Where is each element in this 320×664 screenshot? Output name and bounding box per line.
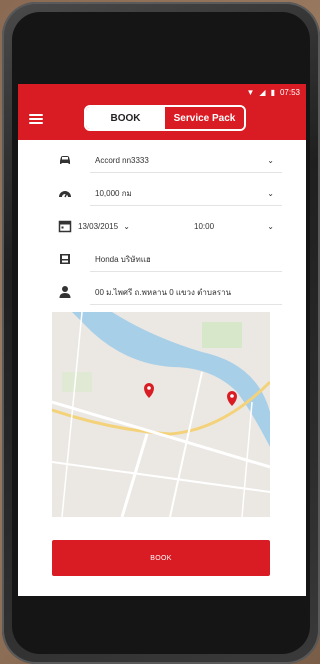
divider <box>90 271 282 272</box>
time-value[interactable]: 10:00 <box>194 222 214 231</box>
signal-icon: ◢ <box>259 87 266 97</box>
car-value: Accord nn3333 <box>95 156 149 165</box>
booking-form: Accord nn3333 ⌄ 10,000 กม ⌄ 13/03/2015 ⌄… <box>18 140 306 309</box>
app-screen: ▼ ◢ ▮ 07:53 BOOK Service Pack Accord nn3… <box>18 84 306 596</box>
dealer-select[interactable]: Honda บริษัทแฮ <box>18 243 306 276</box>
mileage-select[interactable]: 10,000 กม ⌄ <box>18 177 306 210</box>
calendar-icon <box>58 220 72 233</box>
battery-icon: ▮ <box>270 87 275 97</box>
car-select[interactable]: Accord nn3333 ⌄ <box>18 144 306 177</box>
contact-value: 00 ม.ไพศรี ถ.พหลาน 0 แขวง ตำบลราน <box>95 288 232 297</box>
status-bar: ▼ ◢ ▮ 07:53 <box>18 84 306 100</box>
date-value[interactable]: 13/03/2015 <box>78 222 118 231</box>
app-bar: BOOK Service Pack <box>18 100 306 140</box>
location-map[interactable] <box>52 312 270 517</box>
divider <box>90 205 282 206</box>
mileage-value: 10,000 กม <box>95 189 132 198</box>
dealer-icon <box>60 254 70 264</box>
contact-field[interactable]: 00 ม.ไพศรี ถ.พหลาน 0 แขวง ตำบลราน <box>18 276 306 309</box>
book-button[interactable]: BOOK <box>52 540 270 576</box>
divider <box>90 172 282 173</box>
chevron-down-icon: ⌄ <box>123 222 130 231</box>
tab-book[interactable]: BOOK <box>86 107 165 129</box>
date-time-row: 13/03/2015 ⌄ 10:00 ⌄ <box>18 210 306 243</box>
car-icon <box>60 156 70 164</box>
status-time: 07:53 <box>279 87 300 97</box>
person-icon <box>59 286 71 298</box>
speedometer-icon <box>59 191 71 198</box>
tab-service-pack[interactable]: Service Pack <box>165 107 244 129</box>
map-graphic <box>52 312 270 517</box>
dealer-value: Honda บริษัทแฮ <box>95 255 151 264</box>
chevron-down-icon: ⌄ <box>267 156 274 165</box>
divider <box>90 304 282 305</box>
chevron-down-icon: ⌄ <box>267 222 274 231</box>
menu-icon[interactable] <box>29 114 43 124</box>
wifi-icon: ▼ <box>246 87 255 97</box>
tab-switcher: BOOK Service Pack <box>84 105 246 131</box>
chevron-down-icon: ⌄ <box>267 189 274 198</box>
